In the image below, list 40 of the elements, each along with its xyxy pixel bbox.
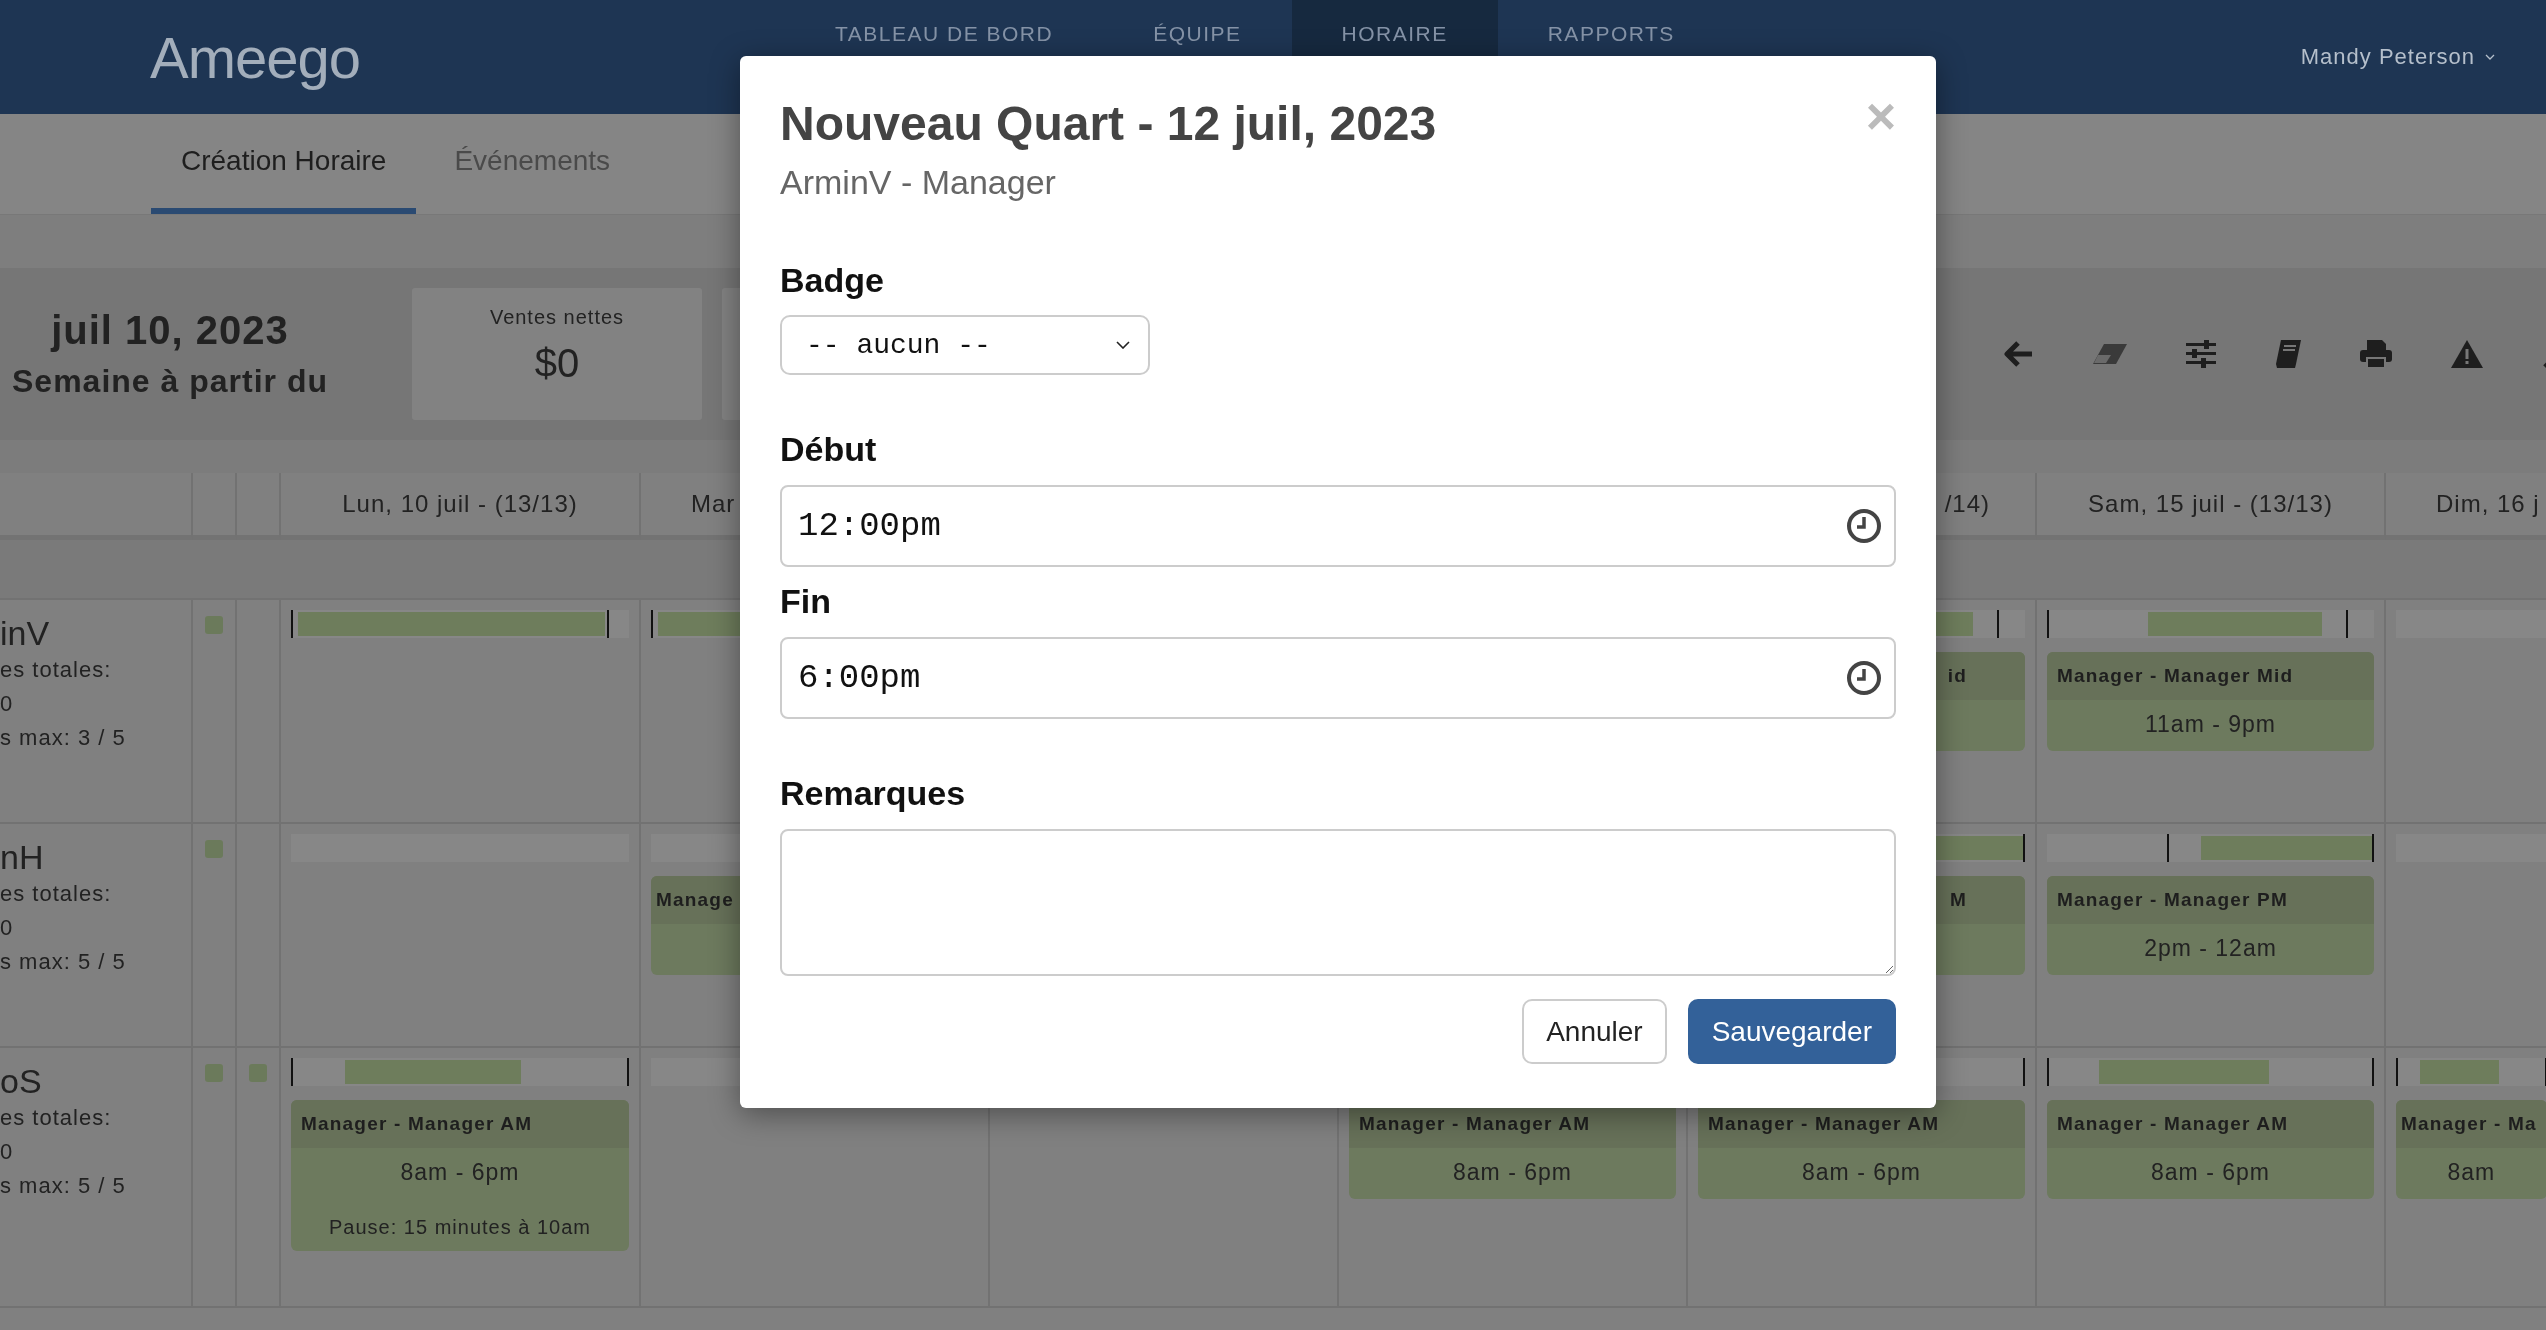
shift-title: Manager - Manager PM <box>2047 876 2374 924</box>
week-label: Semaine à partir du <box>11 363 329 400</box>
shift-time: 8am <box>2446 1158 2497 1187</box>
dialog-title: Nouveau Quart - 12 juil, 2023 <box>780 96 1437 152</box>
day-header: Sam, 15 juil - (13/13) <box>2088 490 2333 518</box>
dialog-subtitle: ArminV - Manager <box>780 162 1057 203</box>
field-label: Remarques <box>780 775 967 811</box>
employee-stat: s max: 5 / 5 <box>0 1172 127 1200</box>
field-label: Badge <box>780 262 885 298</box>
employee-name: oS <box>0 1062 43 1101</box>
shift-time: 8am - 6pm <box>1801 1158 1922 1187</box>
employee-stat: s max: 3 / 5 <box>0 724 127 752</box>
shift-time: 8am - 6pm <box>2150 1158 2271 1187</box>
shift-title: Manager - Ma <box>2396 1100 2546 1148</box>
week-date: juil 10, 2023 <box>49 308 290 353</box>
stat-value: $0 <box>534 341 580 386</box>
stat-label: Ventes nettes <box>489 306 625 329</box>
shift-time: 11am - 9pm <box>2144 710 2277 739</box>
shift-title: Manager - Manager AM <box>291 1100 629 1148</box>
employee-stat: es totales: <box>0 656 113 684</box>
shift-break: Pause: 15 minutes à 10am <box>328 1216 592 1240</box>
employee-stat: 0 <box>0 690 15 718</box>
field-label: Fin <box>780 583 832 619</box>
employee-name: nH <box>0 838 45 877</box>
employee-stat: s max: 5 / 5 <box>0 948 127 976</box>
shift-title: Manager - Manager Mid <box>2047 652 2374 700</box>
employee-stat: 0 <box>0 914 15 942</box>
field-label: Début <box>780 431 878 467</box>
day-header: Lun, 10 juil - (13/13) <box>342 490 578 518</box>
employee-stat: es totales: <box>0 1104 113 1132</box>
shift-time: 2pm - 12am <box>2143 934 2278 963</box>
day-header: /14) <box>1944 490 1990 518</box>
shift-title: Manager - Manager AM <box>2047 1100 2374 1148</box>
employee-stat: 0 <box>0 1138 15 1166</box>
employee-stat: es totales: <box>0 880 113 908</box>
shift-time: 8am - 6pm <box>399 1158 521 1187</box>
employee-name: inV <box>0 614 51 653</box>
shift-time: 8am - 6pm <box>1452 1158 1573 1187</box>
day-header: Dim, 16 j <box>2436 490 2540 518</box>
day-header: Mar <box>691 490 736 518</box>
